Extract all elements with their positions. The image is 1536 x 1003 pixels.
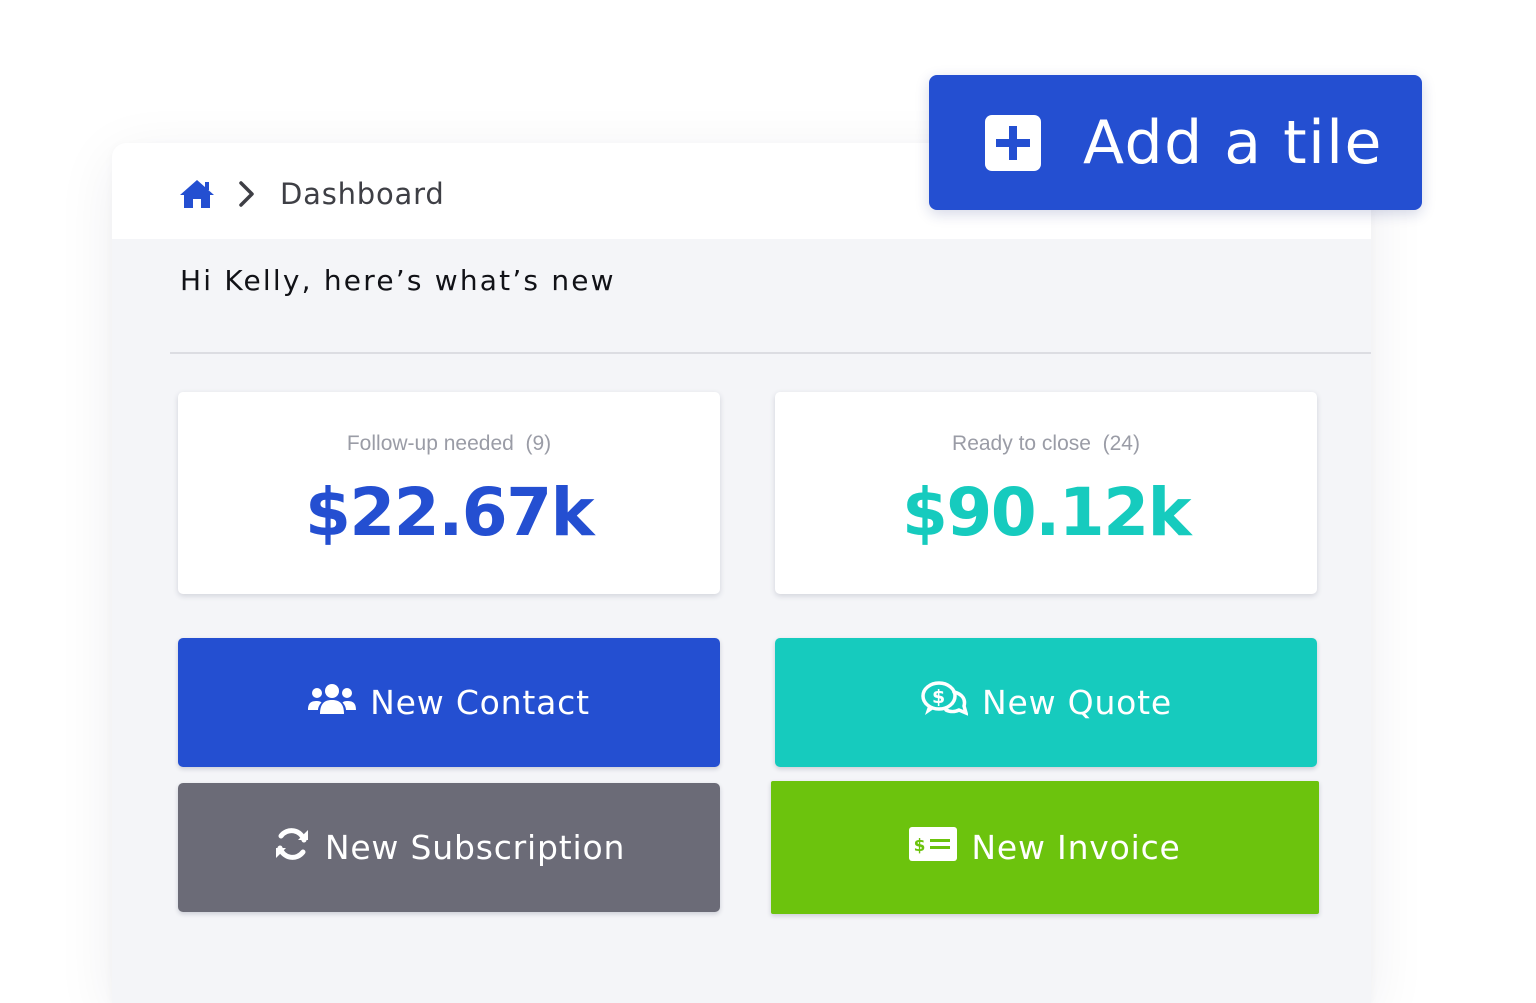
- refresh-icon: [273, 825, 311, 871]
- new-contact-label: New Contact: [370, 683, 590, 722]
- stat-value: $90.12k: [901, 474, 1192, 551]
- svg-text:$: $: [914, 836, 927, 856]
- followup-stat-card[interactable]: Follow-up needed (9) $22.67k: [178, 392, 720, 594]
- ready-to-close-stat-card[interactable]: Ready to close (24) $90.12k: [775, 392, 1317, 594]
- chevron-right-icon: [236, 180, 258, 208]
- new-contact-button[interactable]: New Contact: [178, 638, 720, 767]
- add-tile-button[interactable]: Add a tile: [929, 75, 1422, 210]
- new-invoice-label: New Invoice: [971, 828, 1181, 867]
- new-subscription-label: New Subscription: [324, 828, 626, 867]
- breadcrumb: Dashboard: [178, 174, 445, 214]
- dollar-chat-icon: $: [920, 679, 969, 727]
- stat-label: Follow-up needed (9): [346, 432, 552, 455]
- invoice-icon: $: [909, 826, 958, 869]
- home-icon[interactable]: [178, 178, 216, 210]
- divider: [170, 352, 1371, 354]
- new-quote-button[interactable]: $ New Quote: [775, 638, 1317, 767]
- new-subscription-button[interactable]: New Subscription: [178, 783, 720, 912]
- plus-square-icon: [985, 114, 1041, 171]
- new-quote-label: New Quote: [982, 683, 1172, 722]
- add-tile-label: Add a tile: [1083, 107, 1383, 178]
- stat-label: Ready to close (24): [952, 432, 1140, 455]
- greeting-text: Hi Kelly, here’s what’s new: [180, 264, 616, 297]
- dashboard-panel: Dashboard Hi Kelly, here’s what’s new Fo…: [112, 143, 1371, 1003]
- new-invoice-button[interactable]: $ New Invoice: [771, 781, 1319, 914]
- svg-text:$: $: [932, 686, 946, 708]
- users-icon: [308, 682, 357, 724]
- stat-value: $22.67k: [304, 474, 595, 551]
- breadcrumb-current: Dashboard: [280, 177, 445, 211]
